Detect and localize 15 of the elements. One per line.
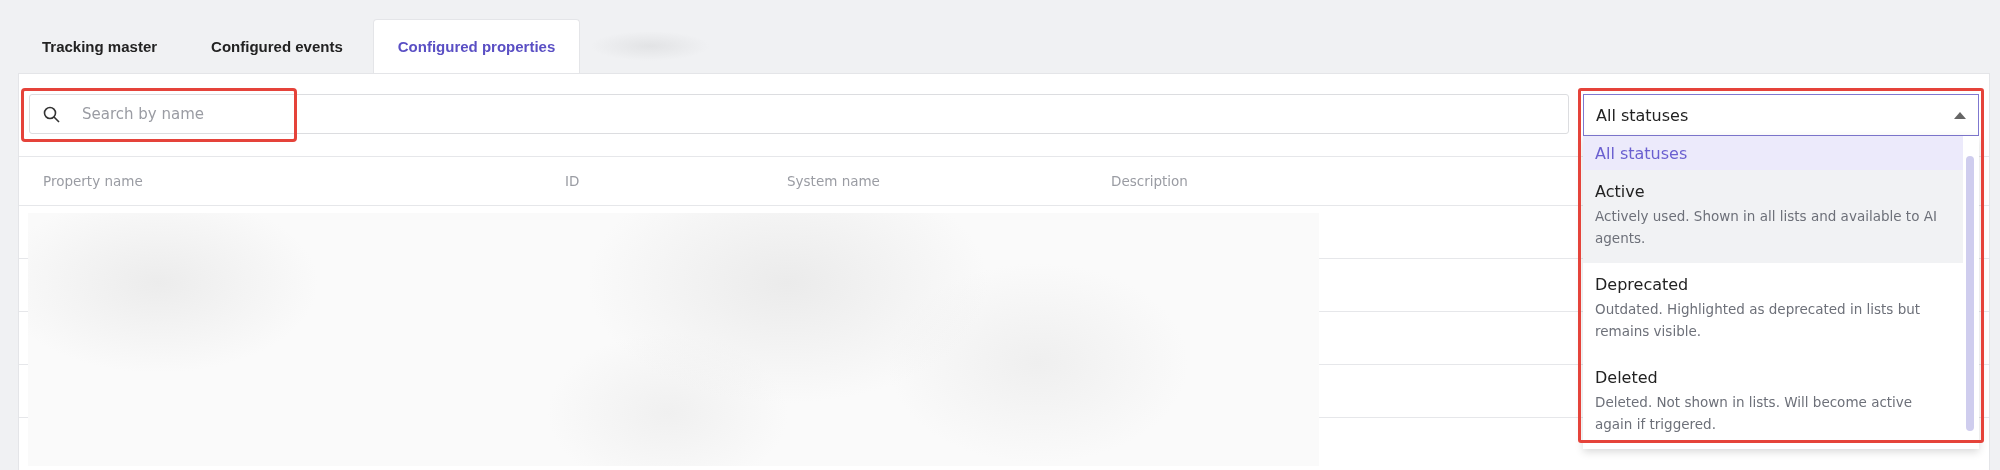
column-header: ID — [565, 173, 580, 189]
search-field[interactable]: Search by name — [29, 94, 1569, 134]
tab[interactable]: Configured events — [187, 19, 367, 73]
dropdown-option[interactable]: All statuses — [1583, 136, 1963, 170]
dropdown-option[interactable]: Active Actively used. Shown in all lists and available to AI agents. — [1583, 170, 1963, 263]
column-header: Property name — [43, 173, 143, 189]
tab[interactable]: Tracking master — [18, 19, 182, 73]
search-icon — [43, 106, 60, 123]
column-header: System name — [787, 173, 880, 189]
scrollbar-thumb[interactable] — [1966, 156, 1974, 431]
dropdown-option[interactable]: Deprecated Outdated. Highlighted as deprecated in lists but remains visible. — [1583, 263, 1963, 356]
status-select[interactable]: All statuses — [1583, 94, 1979, 136]
column-header: Description — [1111, 173, 1188, 189]
dropdown-option[interactable]: Deleted Deleted. Not shown in lists. Will become active again if triggered. — [1583, 356, 1963, 449]
tab[interactable]: Configured properties — [372, 19, 581, 73]
